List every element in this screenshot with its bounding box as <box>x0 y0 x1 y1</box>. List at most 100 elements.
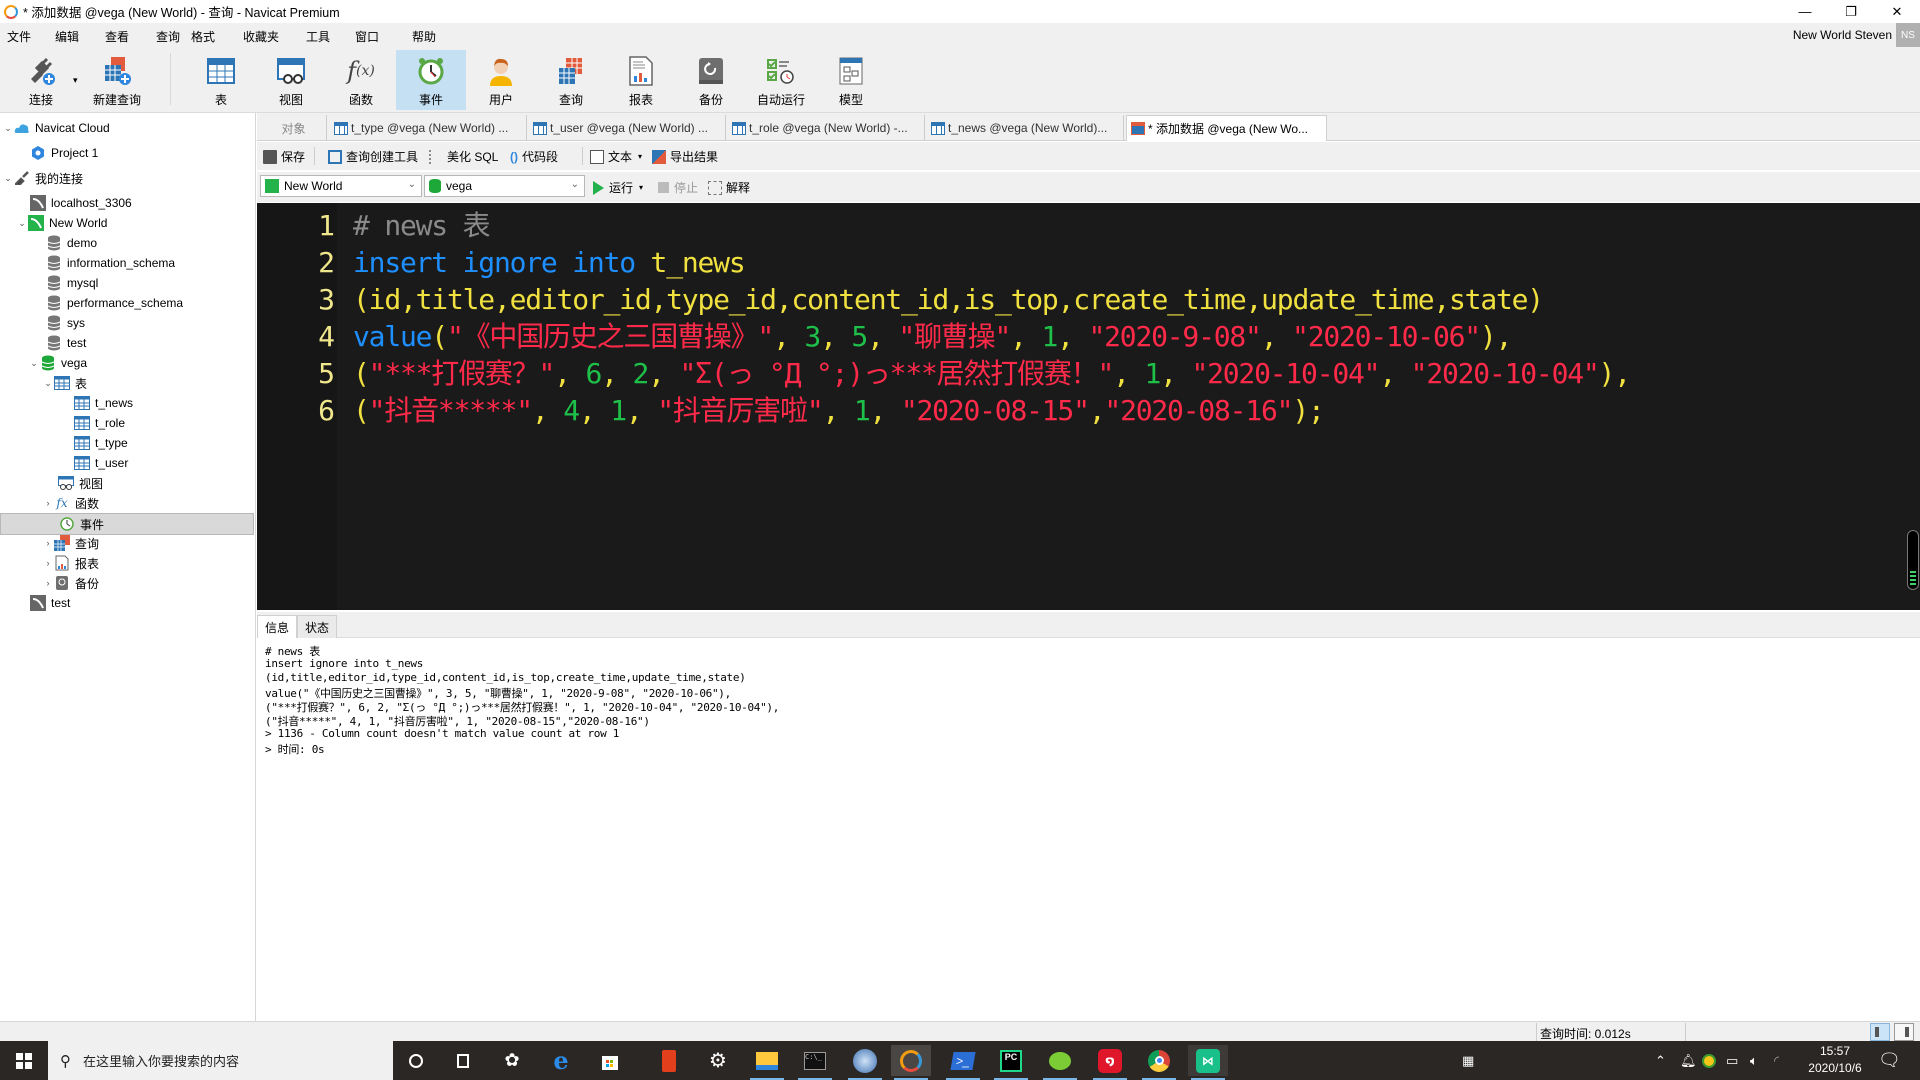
toolbar-connect-button[interactable]: 连接 <box>6 50 76 110</box>
restore-button[interactable]: ❐ <box>1828 0 1874 23</box>
code-line[interactable]: value("《中国历史之三国曹操》", 3, 5, "聊曹操", 1, "20… <box>353 318 1512 355</box>
navigation-tree[interactable]: ⌄ Navicat Cloud Project 1 ⌄ 我的连接 localhost… <box>0 113 256 1021</box>
expand-arrow-icon[interactable]: ⌄ <box>2 123 14 134</box>
tab-t-user[interactable]: t_user @vega (New World) ... <box>529 115 726 141</box>
settings-icon[interactable]: ⚙ <box>698 1045 738 1076</box>
toolbar-table-button[interactable]: 表 <box>186 50 256 110</box>
code-snippet-button[interactable]: () 代码段 <box>510 148 558 165</box>
sql-editor[interactable]: 123456 # news 表 insert ignore into t_news… <box>257 203 1920 610</box>
toolbar-new-query-button[interactable]: 新建查询 <box>82 50 152 110</box>
explain-button[interactable]: 解释 <box>708 179 750 196</box>
tree-item-events[interactable]: 事件 <box>0 513 254 535</box>
ie-icon[interactable]: e <box>541 1045 581 1076</box>
menu-window[interactable]: 窗口 <box>355 28 379 45</box>
beautify-sql-button[interactable]: 美化 SQL <box>429 148 498 165</box>
wifi-icon[interactable]: ◜ <box>1774 1041 1779 1080</box>
toolbar-function-button[interactable]: f (x) 函数 <box>326 50 396 110</box>
wechat-icon[interactable] <box>1040 1045 1080 1080</box>
toolbar-event-button[interactable]: 事件 <box>396 50 466 110</box>
task-view-icon[interactable] <box>443 1045 483 1076</box>
expand-arrow-icon[interactable]: ⌄ <box>2 173 14 184</box>
tree-item-db-vega[interactable]: ⌄ vega <box>28 353 282 373</box>
run-button[interactable]: 运行 ▾ <box>593 179 643 196</box>
code-line[interactable]: insert ignore into t_news <box>353 244 746 281</box>
output-scrollbar[interactable] <box>1903 639 1920 1019</box>
connect-dropdown-arrow[interactable]: ▾ <box>73 75 78 86</box>
menu-file[interactable]: 文件 <box>7 28 31 45</box>
taskbar-search-box[interactable]: ⚲ 在这里输入你要搜索的内容 <box>48 1041 393 1080</box>
menu-edit[interactable]: 编辑 <box>55 28 79 45</box>
dropdown-arrow-icon[interactable]: ▾ <box>638 152 642 161</box>
layout-right-panel-button[interactable] <box>1894 1023 1914 1041</box>
tab-status[interactable]: 状态 <box>297 615 338 638</box>
menu-favorites[interactable]: 收藏夹 <box>243 28 279 45</box>
toolbar-model-button[interactable]: 模型 <box>816 50 886 110</box>
menu-format[interactable]: 格式 <box>191 28 215 45</box>
office-icon[interactable] <box>649 1045 689 1076</box>
tab-add-data-query[interactable]: * 添加数据 @vega (New Wo... <box>1126 115 1327 141</box>
save-button[interactable]: 保存 <box>263 148 305 165</box>
minimize-button[interactable]: — <box>1782 0 1828 23</box>
toolbar-user-button[interactable]: 用户 <box>466 50 536 110</box>
editor-scrollbar[interactable] <box>1907 530 1919 590</box>
tab-t-news[interactable]: t_news @vega (New World)... <box>927 115 1124 141</box>
collapse-arrow-icon[interactable]: › <box>42 498 54 508</box>
toolbar-view-button[interactable]: 视图 <box>256 50 326 110</box>
user-avatar[interactable]: NS <box>1896 23 1920 47</box>
file-explorer-icon[interactable] <box>747 1045 787 1080</box>
code-line[interactable]: # news 表 <box>353 207 491 244</box>
code-line[interactable]: (id,title,editor_id,type_id,content_id,i… <box>353 281 1544 318</box>
navicat-icon[interactable] <box>891 1045 931 1080</box>
taskbar-clock[interactable]: 15:57 2020/10/6 <box>1790 1043 1880 1077</box>
toolbar-backup-button[interactable]: 备份 <box>676 50 746 110</box>
cortana-icon[interactable] <box>396 1045 436 1076</box>
pycharm-icon[interactable]: PC <box>991 1045 1031 1080</box>
toolbar-report-button[interactable]: 报表 <box>606 50 676 110</box>
toolbar-automation-button[interactable]: 自动运行 <box>746 50 816 110</box>
start-button[interactable] <box>0 1041 48 1080</box>
tree-item-navicat-cloud[interactable]: ⌄ Navicat Cloud <box>2 118 256 138</box>
stop-button[interactable]: 停止 <box>658 179 698 196</box>
export-results-button[interactable]: 导出结果 <box>652 148 718 165</box>
menu-view[interactable]: 查看 <box>105 28 129 45</box>
security-tray-icon[interactable] <box>1702 1041 1716 1080</box>
show-hidden-icons-button[interactable]: ⌃ <box>1655 1041 1666 1080</box>
tab-info[interactable]: 信息 <box>257 615 298 638</box>
collapse-arrow-icon[interactable]: › <box>42 558 54 568</box>
tree-item-new-world[interactable]: ⌄ New World <box>16 213 270 233</box>
collapse-arrow-icon[interactable]: › <box>42 578 54 588</box>
mindmaster-icon[interactable]: ⋈ <box>1188 1045 1228 1080</box>
connection-select[interactable]: New World ⌄ <box>260 175 422 197</box>
menu-query[interactable]: 查询 <box>156 28 180 45</box>
text-mode-button[interactable]: 文本 ▾ <box>590 148 642 165</box>
app-icon[interactable]: ✿ <box>492 1045 532 1076</box>
volume-icon[interactable]: 🔈︎ <box>1750 1041 1758 1080</box>
tab-objects[interactable]: 对象 <box>257 115 327 141</box>
expand-arrow-icon[interactable]: ⌄ <box>42 378 54 389</box>
keyboard-layout-icon[interactable]: ▦ <box>1462 1041 1474 1080</box>
expand-arrow-icon[interactable]: ⌄ <box>16 218 28 229</box>
tab-t-type[interactable]: t_type @vega (New World) ... <box>330 115 527 141</box>
close-button[interactable]: ✕ <box>1874 0 1920 23</box>
database-select[interactable]: vega ⌄ <box>424 175 585 197</box>
tree-item-my-connections[interactable]: ⌄ 我的连接 <box>2 168 256 188</box>
menu-tools[interactable]: 工具 <box>306 28 330 45</box>
tree-item-project[interactable]: Project 1 <box>30 143 284 163</box>
chrome-icon[interactable] <box>1139 1045 1179 1080</box>
user-name[interactable]: New World Steven <box>1793 28 1892 42</box>
tree-item-connection-test[interactable]: test <box>30 593 284 613</box>
collapse-arrow-icon[interactable]: › <box>42 538 54 548</box>
powershell-icon[interactable]: >_ <box>943 1045 983 1080</box>
code-line[interactable]: ("***打假赛？", 6, 2, "Σ(っ °Д °;)っ***居然打假赛！"… <box>353 355 1631 392</box>
code-line[interactable]: ("抖音*****", 4, 1, "抖音厉害啦", 1, "2020-08-1… <box>353 392 1325 429</box>
dropdown-arrow-icon[interactable]: ▾ <box>639 183 643 192</box>
netease-music-icon[interactable]: ໑ <box>1090 1045 1130 1080</box>
tree-item-localhost[interactable]: localhost_3306 <box>30 193 284 213</box>
menu-help[interactable]: 帮助 <box>412 28 436 45</box>
avatar-app-icon[interactable] <box>845 1045 885 1080</box>
notification-bell-icon[interactable]: 🔔︎ <box>1680 1041 1697 1080</box>
tab-t-role[interactable]: t_role @vega (New World) -... <box>728 115 925 141</box>
toolbar-query-button[interactable]: 查询 <box>536 50 606 110</box>
layout-left-panel-button[interactable] <box>1870 1023 1890 1041</box>
query-builder-button[interactable]: 查询创建工具 <box>328 148 418 165</box>
